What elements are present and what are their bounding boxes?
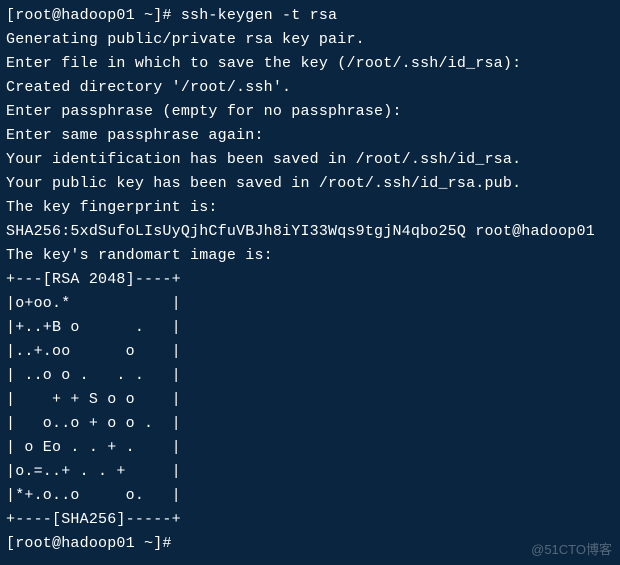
- terminal-line: [root@hadoop01 ~]#: [6, 532, 614, 556]
- terminal-line: |o+oo.* |: [6, 292, 614, 316]
- terminal-line: | o Eo . . + . |: [6, 436, 614, 460]
- terminal-output[interactable]: [root@hadoop01 ~]# ssh-keygen -t rsaGene…: [6, 4, 614, 556]
- terminal-line: Generating public/private rsa key pair.: [6, 28, 614, 52]
- terminal-line: Your public key has been saved in /root/…: [6, 172, 614, 196]
- terminal-line: Enter same passphrase again:: [6, 124, 614, 148]
- terminal-line: |+..+B o . |: [6, 316, 614, 340]
- terminal-line: SHA256:5xdSufoLIsUyQjhCfuVBJh8iYI33Wqs9t…: [6, 220, 614, 244]
- terminal-line: +----[SHA256]-----+: [6, 508, 614, 532]
- terminal-line: Your identification has been saved in /r…: [6, 148, 614, 172]
- terminal-line: |o.=..+ . . + |: [6, 460, 614, 484]
- terminal-line: | ..o o . . . |: [6, 364, 614, 388]
- terminal-line: [root@hadoop01 ~]# ssh-keygen -t rsa: [6, 4, 614, 28]
- terminal-line: |*+.o..o o. |: [6, 484, 614, 508]
- terminal-line: Created directory '/root/.ssh'.: [6, 76, 614, 100]
- terminal-line: Enter file in which to save the key (/ro…: [6, 52, 614, 76]
- terminal-line: +---[RSA 2048]----+: [6, 268, 614, 292]
- terminal-line: |..+.oo o |: [6, 340, 614, 364]
- terminal-line: The key's randomart image is:: [6, 244, 614, 268]
- terminal-line: The key fingerprint is:: [6, 196, 614, 220]
- watermark-text: @51CTO博客: [531, 540, 612, 561]
- terminal-line: Enter passphrase (empty for no passphras…: [6, 100, 614, 124]
- terminal-line: | o..o + o o . |: [6, 412, 614, 436]
- terminal-line: | + + S o o |: [6, 388, 614, 412]
